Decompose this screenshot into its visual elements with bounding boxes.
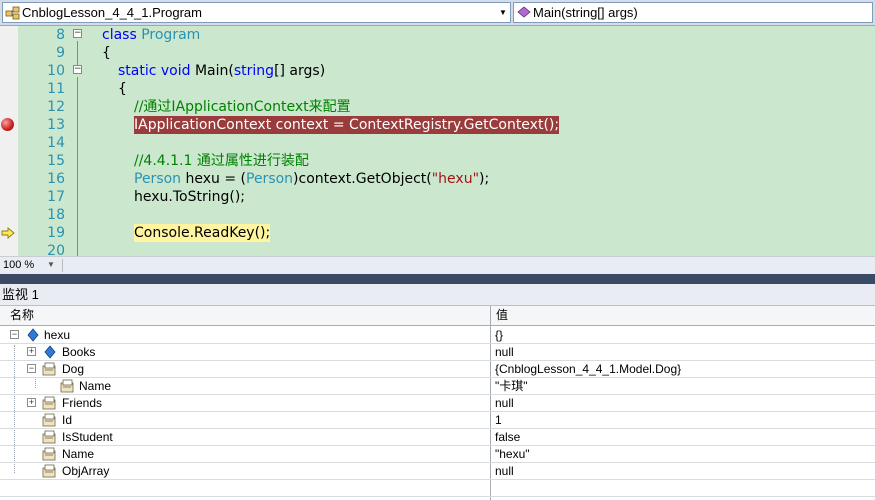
class-combo-value: CnblogLesson_4_4_1.Program [22,5,202,20]
watch-row-hexu[interactable]: − hexu {} [0,327,875,344]
member-combo-value: Main(string[] args) [533,5,638,20]
property-icon [60,379,74,393]
zoom-level[interactable]: 100 % [3,257,34,273]
watch-row-friends[interactable]: + Friends null [0,395,875,412]
expand-icon[interactable]: + [27,398,36,407]
watch-row-dog[interactable]: − Dog {CnblogLesson_4_4_1.Model.Dog} [0,361,875,378]
watch-row-name[interactable]: Name "hexu" [0,446,875,463]
collapse-icon[interactable]: − [73,65,82,74]
pane-splitter[interactable] [0,274,875,284]
breakpoint-icon[interactable] [1,118,14,131]
property-icon [42,464,56,478]
collapse-icon[interactable]: − [27,364,36,373]
method-icon [517,6,531,18]
property-icon [42,413,56,427]
code-line-16: 16 Person hexu = (Person)context.GetObje… [47,171,490,187]
class-combo[interactable]: CnblogLesson_4_4_1.Program ▼ [2,2,511,23]
code-line-13: 13 IApplicationContext context = Context… [0,116,875,134]
navigation-bar: CnblogLesson_4_4_1.Program ▼ Main(string… [0,0,875,26]
watch-row-dog-name[interactable]: Name "卡琪" [0,378,875,395]
code-line-17: 17 hexu.ToString(); [47,189,246,205]
chevron-down-icon[interactable]: ▼ [496,3,510,22]
field-icon [44,345,56,359]
code-line-11: 11 { [47,81,127,97]
code-editor[interactable]: 8 − class Program 9 { 10 − static void M… [0,26,875,256]
code-line-9: 9 { [56,45,111,61]
local-variable-icon [27,328,39,342]
code-line-20: 20 [47,243,65,256]
expand-icon[interactable]: + [27,347,36,356]
current-statement-arrow-icon [1,227,15,239]
breakpoint-statement: IApplicationContext context = ContextReg… [134,116,560,134]
code-line-10: 10 − static void Main(string[] args) [47,63,326,79]
code-line-12: 12 //通过IApplicationContext来配置 [47,99,351,115]
watch-row-id[interactable]: Id 1 [0,412,875,429]
code-line-18: 18 [47,207,65,223]
editor-status-strip: 100 % ▼ [0,256,875,274]
current-statement: Console.ReadKey(); [134,224,271,242]
collapse-icon[interactable]: − [10,330,19,339]
property-icon [42,430,56,444]
watch-row-books[interactable]: + Books null [0,344,875,361]
code-line-14: 14 [47,135,65,151]
watch-grid-header: 名称 值 [0,306,875,326]
code-line-15: 15 //4.4.1.1 通过属性进行装配 [47,153,309,169]
collapse-icon[interactable]: − [73,29,82,38]
class-icon [5,6,20,20]
member-combo[interactable]: Main(string[] args) [513,2,873,23]
column-header-name[interactable]: 名称 [10,306,34,325]
watch-row-empty[interactable] [0,480,875,497]
code-line-19: 19 Console.ReadKey(); [0,224,875,242]
watch-row-isstudent[interactable]: IsStudent false [0,429,875,446]
property-icon [42,447,56,461]
watch-row-objarray[interactable]: ObjArray null [0,463,875,480]
code-line-8: 8 − class Program [56,27,201,43]
chevron-down-icon[interactable]: ▼ [47,257,55,273]
watch-window-title: 监视 1 [0,284,875,306]
column-header-value[interactable]: 值 [496,306,508,325]
property-icon [42,396,56,410]
code-comment: //通过IApplicationContext来配置 [134,99,351,115]
code-comment: //4.4.1.1 通过属性进行装配 [134,153,309,169]
property-icon [42,362,56,376]
